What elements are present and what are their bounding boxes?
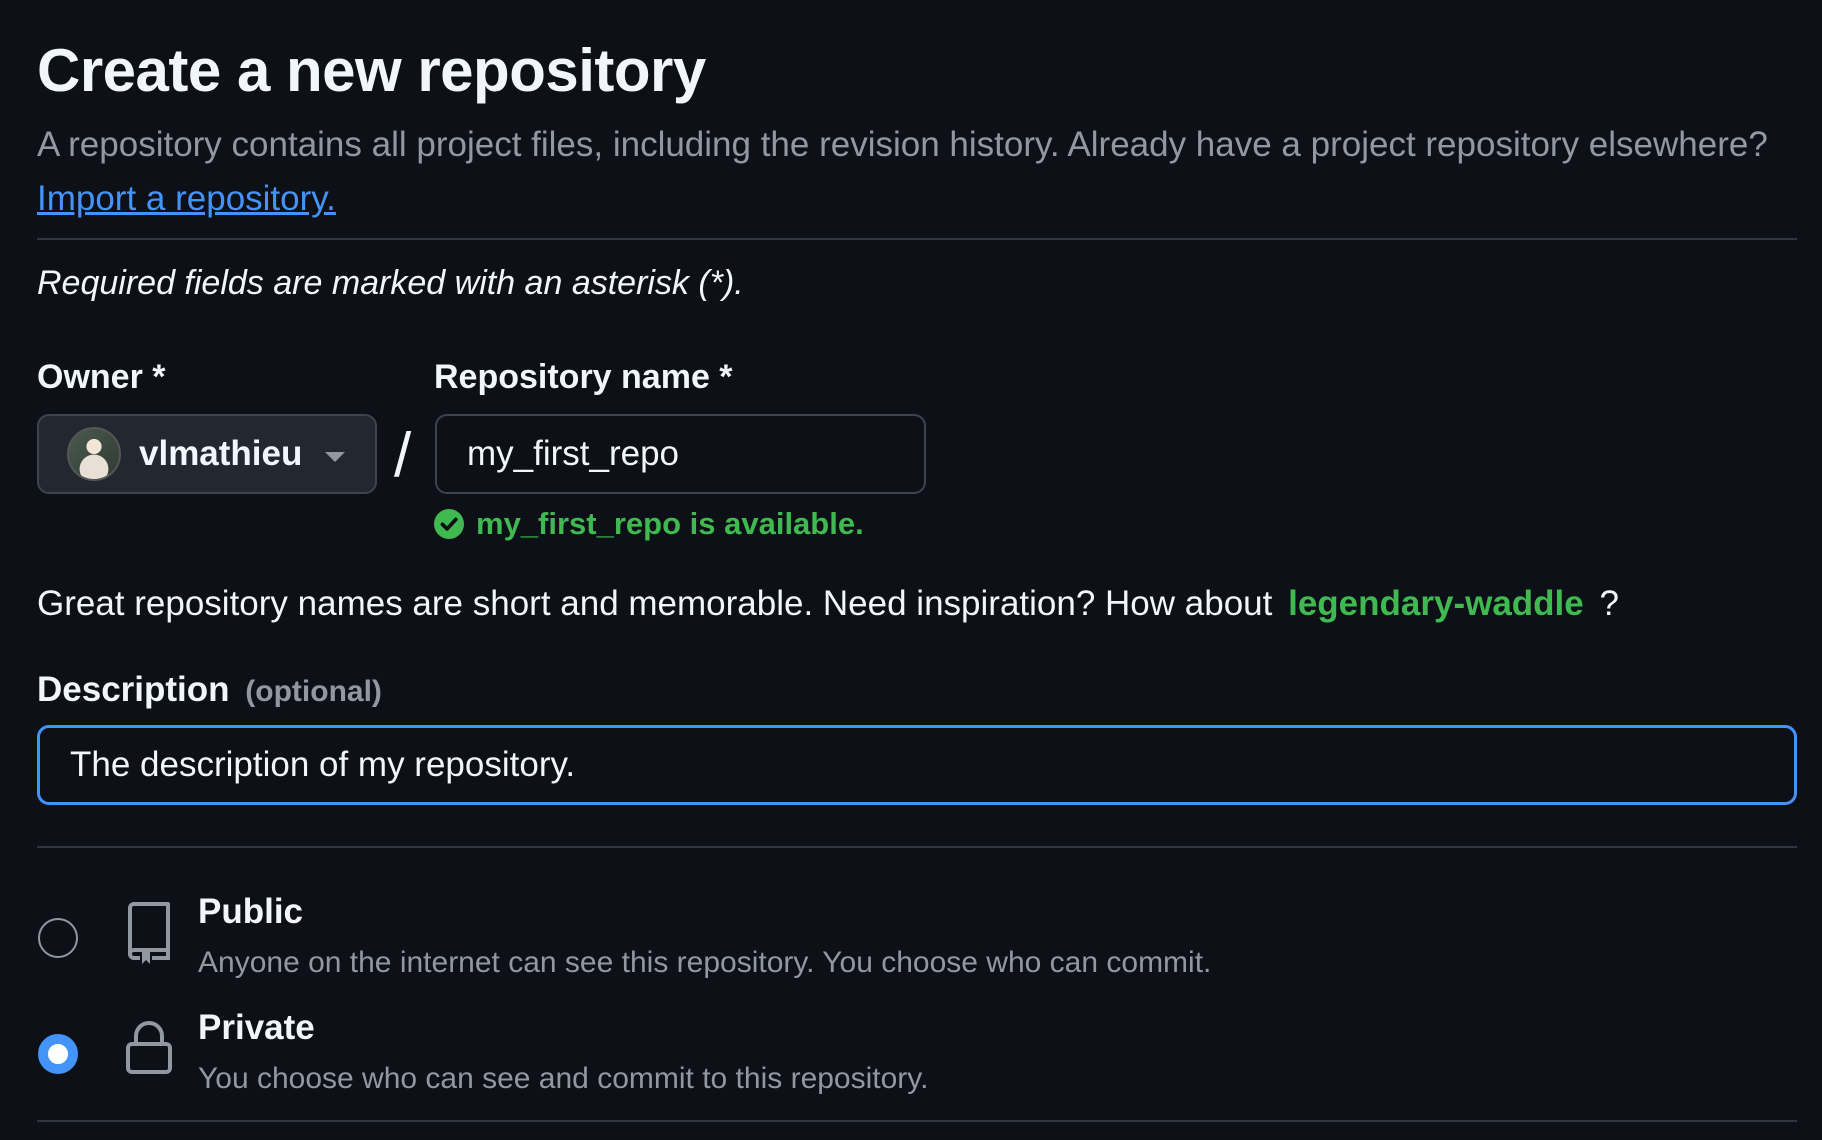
visibility-private-radio[interactable] — [38, 1034, 78, 1074]
repository-name-label: Repository name * — [434, 358, 733, 396]
availability-message: my_first_repo is available. — [434, 506, 864, 542]
visibility-public-radio[interactable] — [38, 918, 78, 958]
divider — [37, 1120, 1797, 1122]
import-repository-link[interactable]: Import a repository. — [37, 179, 336, 218]
chevron-down-icon — [325, 452, 345, 462]
repository-name-input[interactable] — [435, 414, 926, 494]
page-title: Create a new repository — [37, 37, 706, 104]
visibility-public-description: Anyone on the internet can see this repo… — [198, 946, 1212, 979]
repo-icon — [128, 902, 170, 964]
subtitle-text: A repository contains all project files,… — [37, 125, 1768, 164]
owner-repo-separator: / — [394, 421, 412, 490]
create-repository-page: Create a new repository A repository con… — [0, 0, 1822, 1140]
divider — [37, 846, 1797, 848]
optional-hint: (optional) — [245, 675, 382, 708]
page-subtitle: A repository contains all project files,… — [37, 118, 1797, 226]
description-input[interactable] — [37, 725, 1797, 805]
visibility-private-title: Private — [198, 1008, 315, 1047]
name-inspiration: Great repository names are short and mem… — [37, 584, 1619, 624]
availability-text: my_first_repo is available. — [476, 506, 864, 541]
visibility-private-description: You choose who can see and commit to thi… — [198, 1062, 929, 1095]
visibility-public-title: Public — [198, 892, 304, 931]
check-circle-icon — [434, 509, 464, 539]
avatar — [67, 427, 121, 481]
lock-icon — [126, 1021, 172, 1074]
owner-label: Owner * — [37, 358, 166, 396]
description-label: Description (optional) — [37, 670, 382, 710]
description-label-text: Description — [37, 670, 230, 709]
owner-name: vlmathieu — [139, 434, 303, 473]
divider — [37, 238, 1797, 240]
inspiration-text: Great repository names are short and mem… — [37, 584, 1273, 623]
required-fields-note: Required fields are marked with an aster… — [37, 264, 744, 302]
owner-dropdown[interactable]: vlmathieu — [37, 414, 377, 494]
inspiration-suffix: ? — [1599, 584, 1619, 623]
name-suggestion-link[interactable]: legendary-waddle — [1288, 584, 1584, 623]
